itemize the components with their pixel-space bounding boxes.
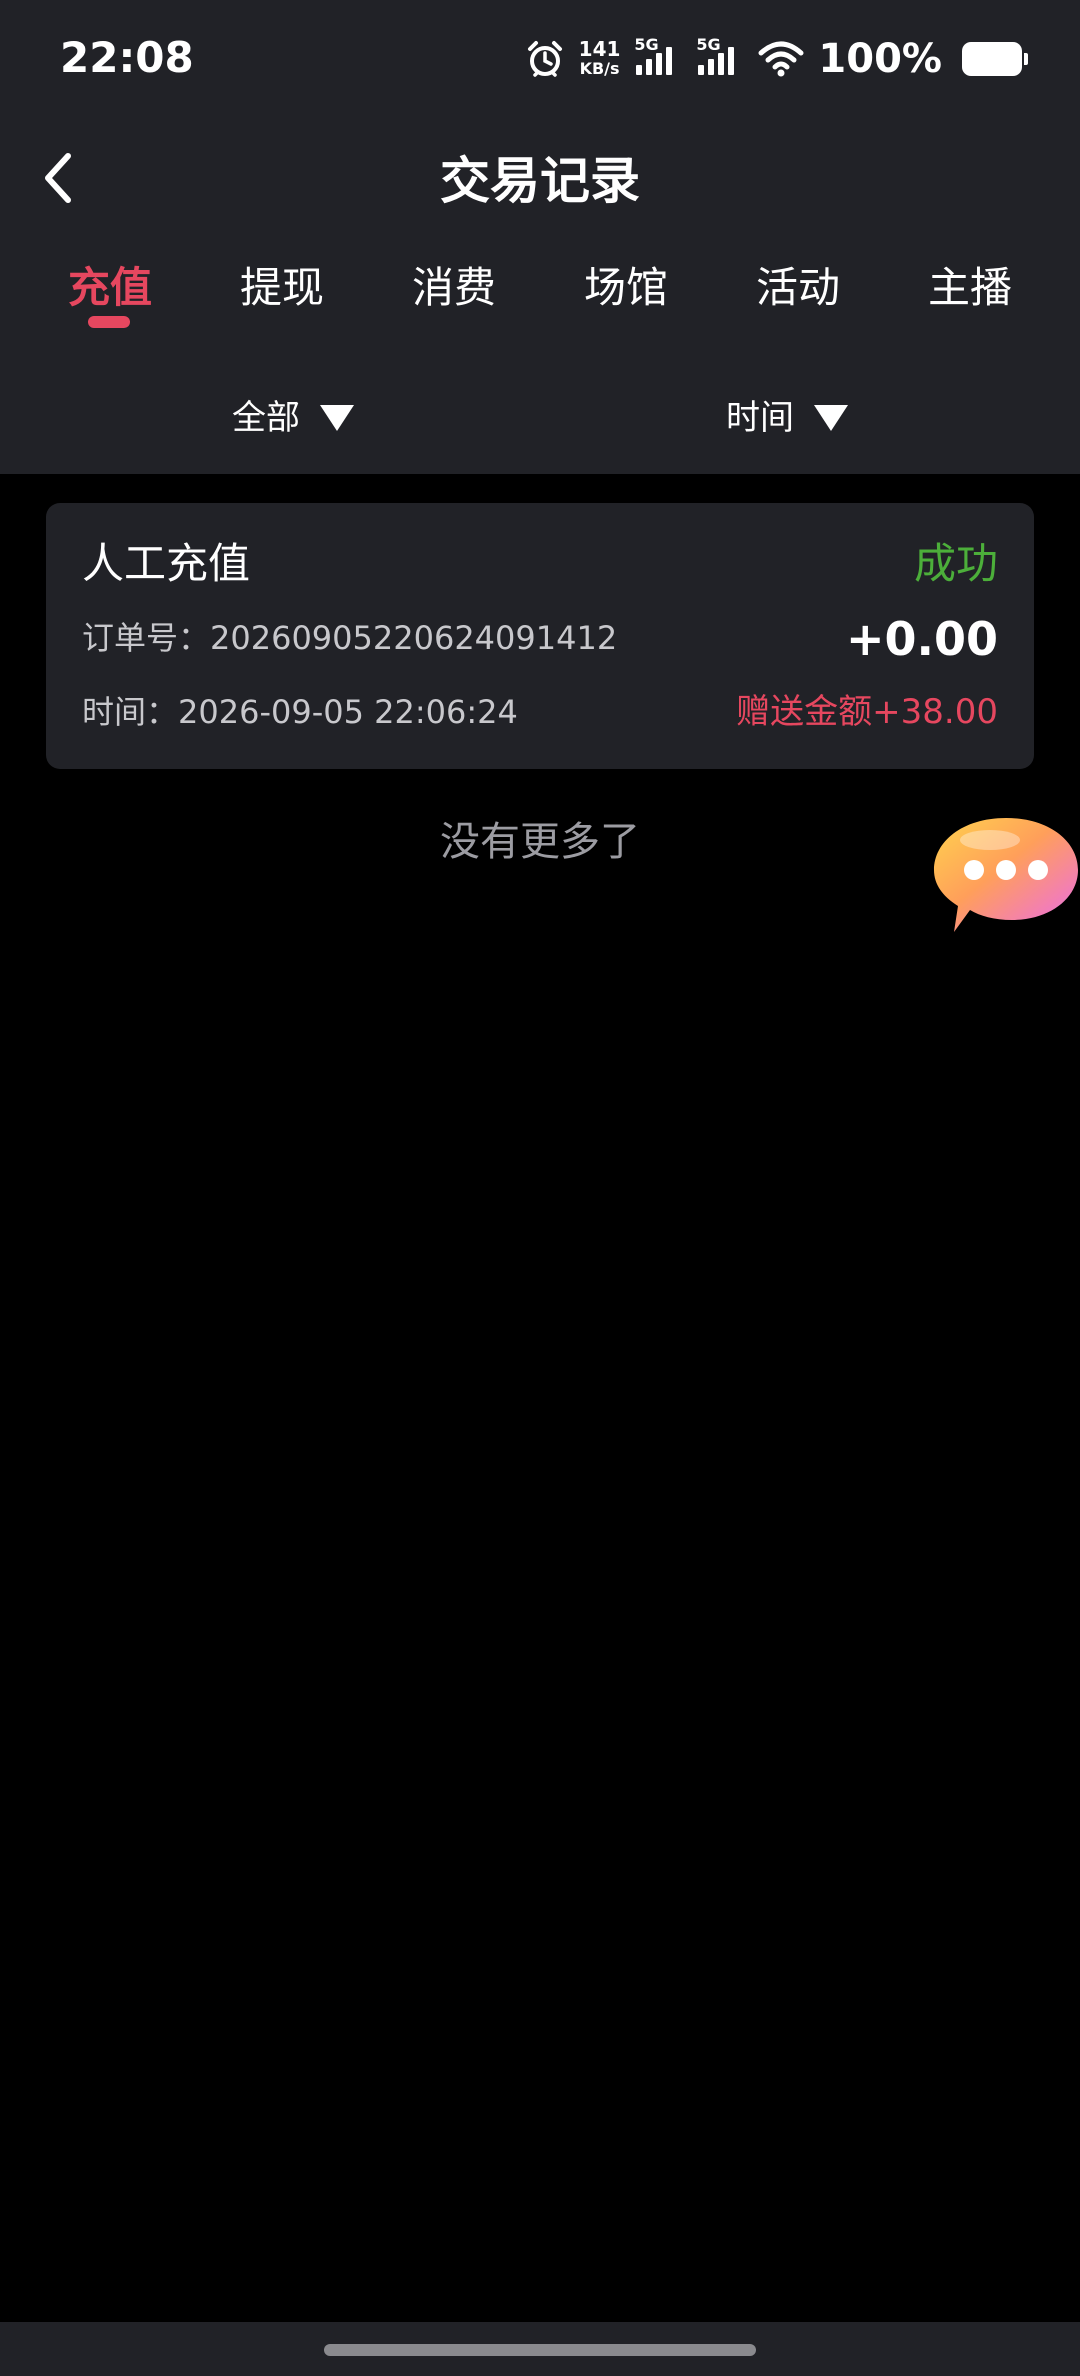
tab-anchor[interactable]: 主播: [900, 258, 1040, 318]
triangle-down-icon: [320, 405, 354, 431]
battery-icon: [962, 42, 1028, 76]
transaction-record-card[interactable]: 人工充值 成功 订单号：20260905220624091412 +0.00 时…: [46, 503, 1034, 769]
wifi-icon: [758, 39, 804, 79]
tab-recharge[interactable]: 充值: [40, 258, 180, 318]
tab-consume[interactable]: 消费: [384, 258, 524, 318]
header: 交易记录 充值 提现 消费 场馆 活动 主播: [0, 118, 1080, 358]
battery-percent: 100%: [818, 36, 942, 82]
triangle-down-icon: [814, 405, 848, 431]
status-icons: 141 KB/s 5G 5G 100%: [525, 30, 1028, 88]
home-indicator[interactable]: [324, 2344, 756, 2356]
filter-bar: 全部 时间: [0, 358, 1080, 474]
net-speed-unit: KB/s: [579, 59, 620, 78]
page-title: 交易记录: [440, 152, 640, 210]
tab-venue[interactable]: 场馆: [556, 258, 696, 318]
active-tab-indicator: [88, 316, 130, 328]
record-bonus-amount: 赠送金额+38.00: [736, 692, 998, 732]
net-speed-value: 141: [578, 37, 621, 61]
system-nav-bar: [0, 2322, 1080, 2376]
signal-icon: 5G: [696, 37, 744, 81]
status-time: 22:08: [60, 33, 194, 82]
category-filter-dropdown[interactable]: 全部: [232, 392, 354, 444]
signal-icon: 5G: [634, 37, 682, 81]
record-status: 成功: [913, 539, 998, 588]
tab-bar: 充值 提现 消费 场馆 活动 主播: [0, 258, 1080, 358]
status-bar: 22:08 141 KB/s 5G 5G 100%: [0, 0, 1080, 118]
net-speed: 141 KB/s: [579, 39, 621, 79]
category-filter-label: 全部: [232, 398, 300, 438]
tab-activity[interactable]: 活动: [728, 258, 868, 318]
record-title: 人工充值: [82, 539, 251, 588]
time-filter-label: 时间: [726, 398, 794, 438]
tab-withdraw[interactable]: 提现: [212, 258, 352, 318]
record-order-number: 订单号：20260905220624091412: [82, 619, 618, 657]
time-filter-dropdown[interactable]: 时间: [726, 392, 848, 444]
alarm-icon: [525, 39, 565, 79]
chat-bubble-icon[interactable]: [932, 812, 1080, 942]
list-end-message: 没有更多了: [440, 819, 640, 865]
record-time: 时间：2026-09-05 22:06:24: [82, 693, 518, 731]
record-amount: +0.00: [845, 612, 998, 666]
